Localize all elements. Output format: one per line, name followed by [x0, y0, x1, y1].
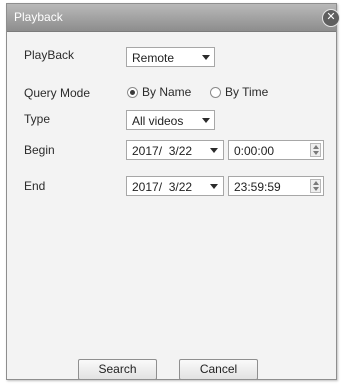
- end-date-picker[interactable]: 2017/ 3/22: [126, 176, 224, 196]
- by-name-label: By Name: [142, 85, 192, 99]
- cancel-button[interactable]: Cancel: [179, 359, 258, 380]
- begin-date-picker[interactable]: 2017/ 3/22: [126, 140, 224, 160]
- end-time-input[interactable]: 23:59:59: [228, 176, 324, 196]
- dialog-title: Playback: [14, 10, 63, 24]
- begin-label: Begin: [24, 143, 55, 157]
- spinner-icon[interactable]: [310, 143, 321, 157]
- spinner-up-icon[interactable]: [313, 181, 319, 185]
- playback-label: PlayBack: [24, 48, 75, 62]
- end-label: End: [24, 179, 46, 193]
- by-time-label: By Time: [225, 85, 269, 99]
- radio-icon: [210, 87, 221, 98]
- chevron-down-icon[interactable]: [210, 148, 218, 153]
- end-time-value: 23:59:59: [234, 180, 281, 194]
- begin-date-value: 2017/ 3/22: [132, 144, 193, 158]
- begin-time-value: 0:00:00: [234, 144, 275, 158]
- type-select[interactable]: All videos: [126, 110, 215, 130]
- begin-time-input[interactable]: 0:00:00: [228, 140, 324, 160]
- spinner-down-icon[interactable]: [313, 187, 319, 191]
- type-select-value: All videos: [132, 114, 184, 128]
- query-mode-by-name-radio[interactable]: By Name: [127, 85, 197, 101]
- spinner-icon[interactable]: [310, 179, 321, 193]
- playback-select[interactable]: Remote: [126, 47, 215, 67]
- chevron-down-icon: [202, 118, 210, 123]
- search-button[interactable]: Search: [78, 359, 157, 380]
- query-mode-label: Query Mode: [24, 86, 91, 100]
- end-date-value: 2017/ 3/22: [132, 180, 193, 194]
- playback-dialog: Playback ✕ PlayBack Remote Query Mode By…: [6, 3, 340, 380]
- radio-icon-checked: [127, 87, 138, 98]
- playback-select-value: Remote: [132, 51, 175, 65]
- query-mode-by-time-radio[interactable]: By Time: [210, 85, 280, 101]
- close-icon[interactable]: ✕: [322, 9, 340, 27]
- dialog-body: PlayBack Remote Query Mode By Name By Ti…: [7, 32, 336, 380]
- chevron-down-icon: [202, 55, 210, 60]
- title-bar[interactable]: Playback ✕: [7, 4, 340, 32]
- spinner-down-icon[interactable]: [313, 151, 319, 155]
- type-label: Type: [24, 112, 51, 126]
- chevron-down-icon[interactable]: [210, 184, 218, 189]
- spinner-up-icon[interactable]: [313, 145, 319, 149]
